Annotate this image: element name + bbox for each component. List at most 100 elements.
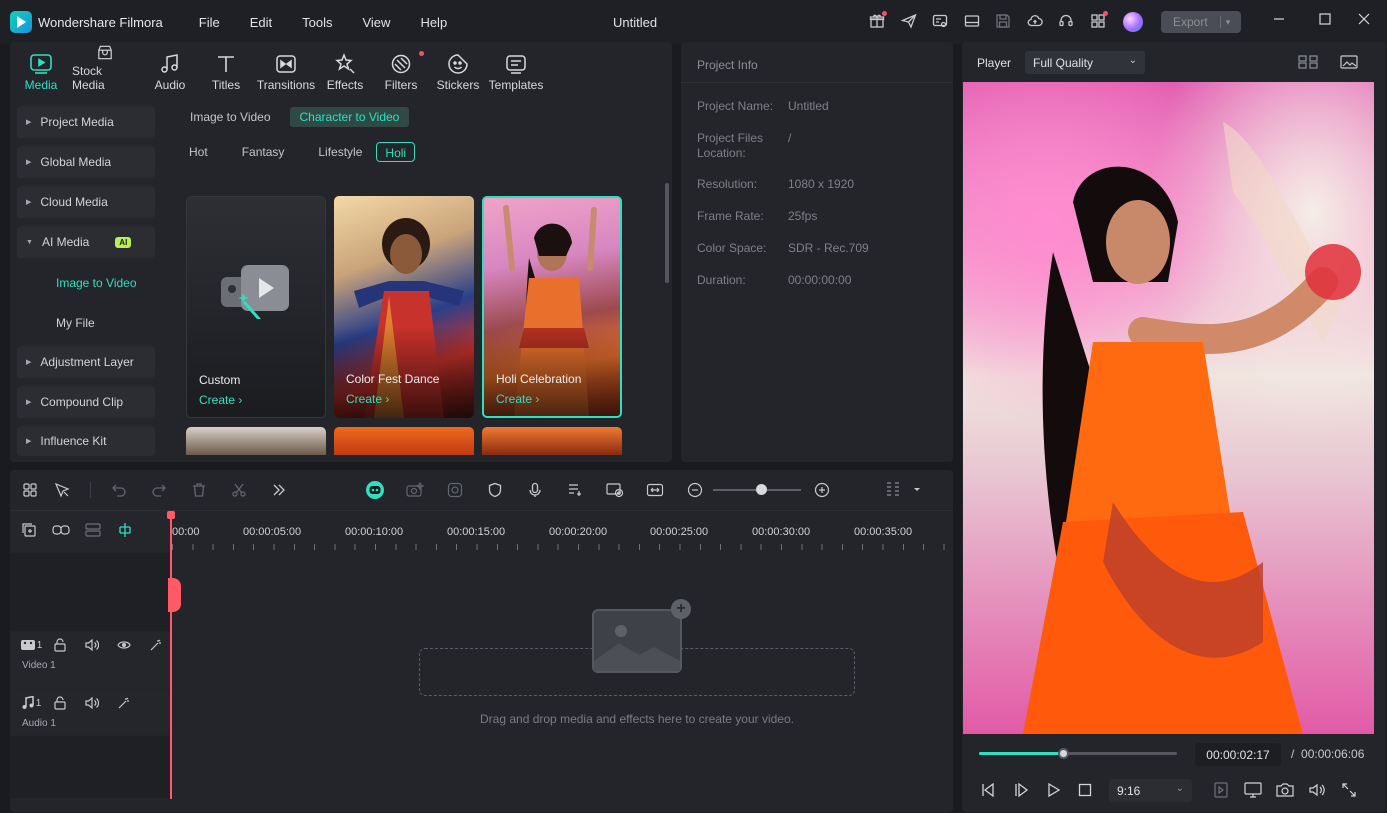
quality-dropdown[interactable]: Full Quality ⌄ bbox=[1025, 51, 1145, 74]
current-time[interactable]: 00:00:02:17 bbox=[1195, 743, 1281, 766]
link-clips-icon[interactable] bbox=[52, 521, 70, 539]
camera-icon[interactable] bbox=[1275, 780, 1295, 800]
sidebar-item-ai-media[interactable]: ▼ AI Media AI bbox=[17, 226, 155, 258]
tab-titles[interactable]: Titles bbox=[202, 44, 250, 92]
ai-copilot-icon[interactable] bbox=[365, 480, 385, 500]
maximize-icon[interactable] bbox=[1319, 12, 1331, 28]
tab-filters[interactable]: Filters bbox=[368, 44, 434, 92]
category-lifestyle[interactable]: Lifestyle bbox=[318, 142, 362, 162]
apps-grid-icon[interactable] bbox=[1087, 10, 1109, 32]
track-layout-icon[interactable] bbox=[84, 521, 102, 539]
screen-record-icon[interactable] bbox=[605, 480, 625, 500]
user-avatar[interactable] bbox=[1123, 12, 1143, 32]
sidebar-item-compound-clip[interactable]: ▶ Compound Clip bbox=[17, 386, 155, 418]
tab-character-to-video[interactable]: Character to Video bbox=[289, 107, 410, 127]
stop-icon[interactable] bbox=[1075, 780, 1095, 800]
template-card-holi-celebration[interactable]: Holi Celebration Create › bbox=[482, 196, 622, 418]
timeline-ruler[interactable] bbox=[172, 544, 950, 550]
menu-edit[interactable]: Edit bbox=[250, 15, 272, 30]
create-link[interactable]: Create › bbox=[346, 392, 389, 406]
fullscreen-icon[interactable] bbox=[1339, 780, 1359, 800]
zoom-in-icon[interactable] bbox=[812, 480, 832, 500]
template-card-color-fest-dance[interactable]: Color Fest Dance Create › bbox=[334, 196, 474, 418]
tab-stickers[interactable]: Stickers bbox=[434, 44, 482, 92]
next-frame-icon[interactable] bbox=[1011, 780, 1031, 800]
render-preview-icon[interactable] bbox=[1211, 780, 1231, 800]
tab-audio[interactable]: Audio bbox=[138, 44, 202, 92]
create-link[interactable]: Create › bbox=[496, 392, 539, 406]
layout-icon[interactable] bbox=[961, 10, 983, 32]
media-scrollbar[interactable] bbox=[665, 183, 669, 283]
video-preview[interactable] bbox=[963, 82, 1374, 734]
sidebar-item-global-media[interactable]: ▶ Global Media bbox=[17, 146, 155, 178]
playhead-grip[interactable] bbox=[168, 578, 181, 612]
template-card-custom[interactable]: Custom Create › bbox=[186, 196, 326, 418]
menu-tools[interactable]: Tools bbox=[302, 15, 332, 30]
shield-icon[interactable] bbox=[485, 480, 505, 500]
snapshot-image-icon[interactable] bbox=[1339, 52, 1359, 72]
speaker-icon[interactable] bbox=[83, 636, 101, 654]
volume-icon[interactable] bbox=[1307, 780, 1327, 800]
menu-file[interactable]: File bbox=[199, 15, 220, 30]
aspect-ratio-dropdown[interactable]: 9:16 ⌄ bbox=[1109, 779, 1192, 802]
split-scissors-icon[interactable] bbox=[229, 480, 249, 500]
send-icon[interactable] bbox=[898, 10, 920, 32]
lock-icon[interactable] bbox=[51, 694, 69, 712]
tab-transitions[interactable]: Transitions bbox=[250, 44, 322, 92]
sidebar-item-cloud-media[interactable]: ▶ Cloud Media bbox=[17, 186, 155, 218]
minimize-icon[interactable] bbox=[1273, 12, 1285, 28]
audio-mixer-icon[interactable] bbox=[565, 480, 585, 500]
tab-media[interactable]: Media bbox=[10, 44, 72, 92]
eye-icon[interactable] bbox=[115, 636, 133, 654]
tab-image-to-video[interactable]: Image to Video bbox=[190, 107, 281, 127]
category-fantasy[interactable]: Fantasy bbox=[242, 142, 285, 162]
lock-icon[interactable] bbox=[51, 636, 69, 654]
sidebar-item-project-media[interactable]: ▶ Project Media bbox=[17, 106, 155, 138]
layout-grid-icon[interactable] bbox=[20, 480, 40, 500]
support-headset-icon[interactable] bbox=[1055, 10, 1077, 32]
menu-view[interactable]: View bbox=[362, 15, 390, 30]
tab-templates[interactable]: Templates bbox=[482, 44, 550, 92]
menu-help[interactable]: Help bbox=[420, 15, 447, 30]
cloud-upload-icon[interactable] bbox=[1024, 10, 1046, 32]
select-tool-icon[interactable] bbox=[52, 480, 72, 500]
chevron-down-icon[interactable] bbox=[907, 480, 927, 500]
microphone-icon[interactable] bbox=[525, 480, 545, 500]
previous-frame-icon[interactable] bbox=[978, 780, 998, 800]
sidebar-item-influence-kit[interactable]: ▶ Influence Kit bbox=[17, 426, 155, 456]
undo-icon[interactable] bbox=[109, 480, 129, 500]
delete-icon[interactable] bbox=[189, 480, 209, 500]
category-holi[interactable]: Holi bbox=[376, 142, 416, 162]
gift-icon[interactable] bbox=[866, 10, 888, 32]
template-card-partial[interactable] bbox=[334, 427, 474, 455]
sidebar-subitem-image-to-video[interactable]: Image to Video bbox=[56, 276, 137, 290]
sidebar-item-adjustment-layer[interactable]: ▶ Adjustment Layer bbox=[17, 346, 155, 378]
more-tools-icon[interactable] bbox=[269, 480, 289, 500]
save-icon[interactable] bbox=[992, 10, 1014, 32]
create-link[interactable]: Create › bbox=[199, 393, 242, 407]
track-height-icon[interactable] bbox=[883, 480, 903, 500]
play-icon[interactable] bbox=[1043, 780, 1063, 800]
playback-progress[interactable] bbox=[979, 752, 1177, 755]
project-settings-icon[interactable] bbox=[929, 10, 951, 32]
playhead-handle[interactable] bbox=[167, 511, 175, 519]
grid-view-icon[interactable] bbox=[1298, 52, 1318, 72]
add-track-icon[interactable] bbox=[20, 521, 38, 539]
auto-sync-icon[interactable] bbox=[645, 480, 665, 500]
zoom-out-icon[interactable] bbox=[685, 480, 705, 500]
playhead[interactable] bbox=[170, 511, 172, 799]
template-card-partial[interactable] bbox=[186, 427, 326, 455]
display-icon[interactable] bbox=[1243, 780, 1263, 800]
sidebar-subitem-my-file[interactable]: My File bbox=[56, 316, 95, 330]
chevron-down-icon[interactable]: ▾ bbox=[1226, 17, 1231, 28]
redo-icon[interactable] bbox=[149, 480, 169, 500]
close-icon[interactable] bbox=[1358, 12, 1370, 28]
tab-effects[interactable]: Effects bbox=[322, 44, 368, 92]
ai-camera-icon[interactable] bbox=[405, 480, 425, 500]
category-hot[interactable]: Hot bbox=[189, 142, 208, 162]
magnetic-snap-icon[interactable] bbox=[116, 521, 134, 539]
tab-stock-media[interactable]: Stock Media bbox=[72, 44, 138, 92]
speaker-icon[interactable] bbox=[83, 694, 101, 712]
auto-reframe-icon[interactable] bbox=[445, 480, 465, 500]
export-button[interactable]: Export ▾ bbox=[1161, 11, 1241, 33]
